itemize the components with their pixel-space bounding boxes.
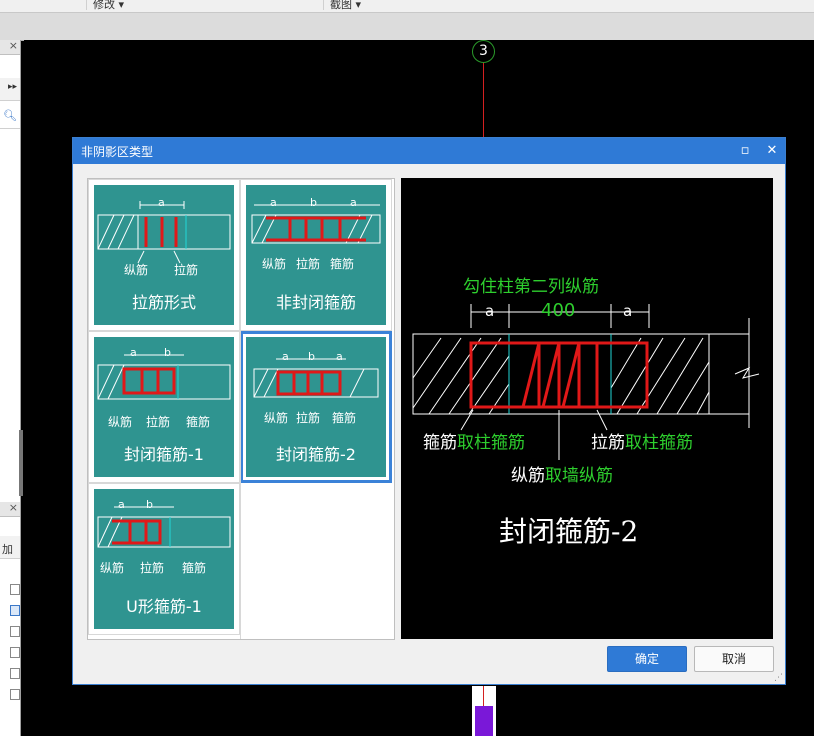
type-tile-grid: a 纵筋 拉筋 拉筋形式 a b a 纵筋 拉筋 箍筋 非封闭箍筋 a b 纵筋… (87, 178, 395, 640)
tile-dim-label: a (130, 346, 137, 359)
tie-rule: 取柱箍筋 (625, 433, 693, 453)
close-icon[interactable]: × (9, 39, 18, 52)
shadow-zone-type-dialog: 非阴影区类型 ▫ ✕ a 纵筋 拉筋 拉筋形式 a b a 纵筋 拉筋 箍筋 非… (72, 137, 786, 685)
checkbox[interactable] (10, 647, 20, 658)
tile-bar-label: 拉筋 (140, 561, 165, 575)
panel-toolbar-row: ▸▸ (0, 78, 20, 101)
tile-thumbnail: a b 纵筋 拉筋 箍筋 封闭箍筋-1 (94, 337, 234, 477)
close-icon[interactable]: ✕ (762, 141, 782, 161)
panel-search-row: 🔍︎ (0, 106, 20, 129)
tile-dim-label: a (158, 196, 165, 209)
tile-dim-label: a (270, 196, 277, 209)
hook-note: 勾住柱第二列纵筋 (463, 277, 599, 297)
tile-u-stirrup-1[interactable]: a b 纵筋 拉筋 箍筋 U形箍筋-1 (88, 483, 240, 635)
stirrup-prefix: 箍筋 (423, 433, 457, 453)
tile-thumbnail: a b a 纵筋 拉筋 箍筋 非封闭箍筋 (246, 185, 386, 325)
panel2-column-header: 加 (0, 536, 20, 559)
axis-label: 3 (472, 40, 495, 63)
dialog-title: 非阴影区类型 (81, 145, 154, 159)
tile-dim-label: b (308, 350, 315, 363)
column-element[interactable] (472, 686, 496, 736)
checkbox[interactable] (10, 689, 20, 700)
panel-splitter[interactable] (19, 430, 23, 496)
checkbox[interactable] (10, 584, 20, 595)
close-icon[interactable]: × (9, 501, 18, 514)
tile-bar-label: 箍筋 (186, 415, 211, 429)
resize-grip-icon[interactable]: ⋰ (774, 673, 783, 683)
tile-thumbnail: a 纵筋 拉筋 拉筋形式 (94, 185, 234, 325)
tile-bar-label: 箍筋 (330, 257, 355, 271)
tile-bar-label: 箍筋 (332, 411, 357, 425)
tile-label: 拉筋形式 (131, 293, 196, 312)
tile-dim-label: a (350, 196, 357, 209)
ribbon-bar (0, 13, 814, 41)
tile-dim-label: b (310, 196, 317, 209)
top-toolbar: 修改 ▾ 截图 ▾ (0, 0, 814, 13)
tile-closed-stirrup-2[interactable]: a b a 纵筋 拉筋 箍筋 封闭箍筋-2 (240, 331, 392, 483)
column-axis (483, 686, 484, 706)
tie-note: 拉筋取柱箍筋 (591, 428, 693, 453)
tile-label: 非封闭箍筋 (275, 293, 356, 312)
tile-dim-label: a (282, 350, 289, 363)
cancel-button[interactable]: 取消 (694, 646, 774, 672)
dim-a-left: a (485, 302, 495, 320)
column-fill (475, 706, 493, 736)
panel-header: × (0, 39, 20, 55)
long-prefix: 纵筋 (511, 466, 545, 486)
tile-open-stirrup[interactable]: a b a 纵筋 拉筋 箍筋 非封闭箍筋 (240, 179, 392, 331)
checkbox[interactable] (10, 626, 20, 637)
tile-dim-label: a (336, 350, 343, 363)
tile-tie-form[interactable]: a 纵筋 拉筋 拉筋形式 (88, 179, 240, 331)
tile-dim-label: b (146, 498, 153, 511)
preview-diagram (412, 304, 760, 460)
tile-bar-label: 纵筋 (100, 561, 125, 575)
stirrup-note: 箍筋取柱箍筋 (423, 428, 525, 453)
tile-bar-label: 拉筋 (146, 415, 171, 429)
column-header-text: 加 (2, 543, 13, 556)
tile-bar-label: 箍筋 (182, 561, 207, 575)
magnifier-icon[interactable]: 🔍︎ (3, 109, 17, 122)
maximize-icon[interactable]: ▫ (735, 141, 755, 161)
tile-label: 封闭箍筋-2 (276, 445, 356, 464)
grid-divider (240, 179, 241, 639)
stirrup-rule: 取柱箍筋 (457, 433, 525, 453)
tile-thumbnail: a b a 纵筋 拉筋 箍筋 封闭箍筋-2 (246, 337, 386, 477)
tile-dim-label: b (164, 346, 171, 359)
checkbox[interactable] (10, 668, 20, 679)
tile-label: U形箍筋-1 (126, 597, 202, 616)
long-rule: 取墙纵筋 (545, 466, 613, 486)
modify-menu[interactable]: 修改 ▾ (86, 0, 323, 11)
tile-dim-label: a (118, 498, 125, 511)
dim-400: 400 (541, 300, 576, 321)
long-bar-note: 纵筋取墙纵筋 (511, 461, 613, 486)
screenshot-menu[interactable]: 截图 ▾ (323, 0, 448, 11)
checkbox[interactable] (10, 605, 20, 616)
tile-label: 封闭箍筋-1 (124, 445, 204, 464)
axis-line (483, 62, 484, 138)
tile-bar-label: 纵筋 (124, 263, 149, 277)
panel2-header: × (0, 501, 20, 517)
ok-button[interactable]: 确定 (607, 646, 687, 672)
double-chevron-right-icon[interactable]: ▸▸ (8, 82, 17, 92)
tile-bar-label: 纵筋 (262, 257, 287, 271)
preview-title: 封闭箍筋-2 (499, 515, 639, 548)
tile-bar-label: 纵筋 (108, 415, 133, 429)
preview-panel: 勾住柱第二列纵筋 a 400 a 箍筋取柱箍筋 拉筋取柱箍筋 纵筋取墙纵筋 封闭… (401, 178, 773, 639)
left-panel: × ▸▸ 🔍︎ × 加 (0, 39, 21, 736)
dim-a-right: a (623, 302, 633, 320)
tile-closed-stirrup-1[interactable]: a b 纵筋 拉筋 箍筋 封闭箍筋-1 (88, 331, 240, 483)
dialog-titlebar[interactable]: 非阴影区类型 ▫ ✕ (73, 138, 785, 164)
tile-bar-label: 拉筋 (296, 411, 321, 425)
tile-bar-label: 拉筋 (174, 263, 199, 277)
tile-bar-label: 纵筋 (264, 411, 289, 425)
tile-bar-label: 拉筋 (296, 257, 321, 271)
tie-prefix: 拉筋 (591, 433, 625, 453)
tile-thumbnail: a b 纵筋 拉筋 箍筋 U形箍筋-1 (94, 489, 234, 629)
